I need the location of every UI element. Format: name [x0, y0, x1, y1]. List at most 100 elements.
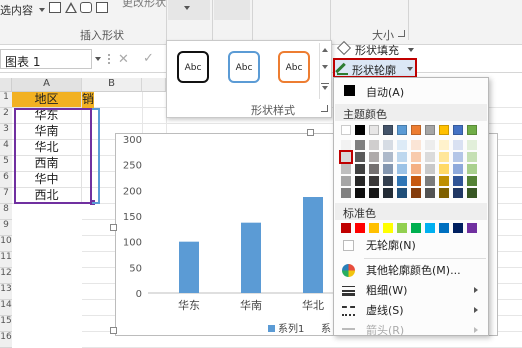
arrows-item[interactable]: 箭头(R): [336, 321, 486, 340]
column-header-c[interactable]: [142, 78, 166, 92]
theme-shade-swatch[interactable]: [467, 176, 477, 186]
rounded-rectangle-shape-icon[interactable]: [80, 2, 92, 13]
theme-shade-swatch[interactable]: [355, 176, 365, 186]
theme-shade-swatch[interactable]: [341, 176, 351, 186]
row-header[interactable]: 1: [0, 92, 12, 108]
standard-color-swatch[interactable]: [383, 223, 393, 233]
standard-color-swatch[interactable]: [439, 223, 449, 233]
row-header[interactable]: 6: [0, 172, 12, 188]
theme-shade-swatch[interactable]: [369, 164, 379, 174]
theme-shade-swatch[interactable]: [453, 164, 463, 174]
theme-color-swatch[interactable]: [341, 125, 351, 135]
theme-shade-swatch[interactable]: [439, 176, 449, 186]
cell-a1-header[interactable]: 地区: [12, 92, 82, 108]
row-header[interactable]: 10: [0, 236, 12, 252]
text-wrap-button[interactable]: 选内容: [0, 2, 33, 18]
no-outline-item[interactable]: 无轮廓(N): [336, 236, 486, 255]
shape-styles-dialog-launcher-icon[interactable]: [321, 105, 328, 112]
theme-color-swatch[interactable]: [383, 125, 393, 135]
standard-color-swatch[interactable]: [341, 223, 351, 233]
theme-shade-swatch[interactable]: [411, 188, 421, 198]
row-header[interactable]: 15: [0, 316, 12, 332]
more-colors-item[interactable]: 其他轮廓颜色(M)...: [336, 261, 486, 280]
row-header[interactable]: 5: [0, 156, 12, 172]
standard-color-swatch[interactable]: [425, 223, 435, 233]
row-header[interactable]: 11: [0, 252, 12, 268]
cancel-icon[interactable]: ✕: [118, 52, 129, 67]
theme-shade-swatch[interactable]: [467, 164, 477, 174]
theme-shade-swatch[interactable]: [453, 152, 463, 162]
standard-color-swatch[interactable]: [467, 223, 477, 233]
theme-shade-swatch[interactable]: [453, 176, 463, 186]
style-tile-black[interactable]: Abc: [177, 51, 209, 83]
theme-shade-swatch[interactable]: [397, 176, 407, 186]
standard-color-swatch[interactable]: [369, 223, 379, 233]
standard-color-swatch[interactable]: [411, 223, 421, 233]
standard-color-swatch[interactable]: [355, 223, 365, 233]
chart-resize-handle[interactable]: [110, 327, 117, 334]
theme-shade-swatch[interactable]: [397, 188, 407, 198]
scroll-up-icon[interactable]: [322, 48, 328, 52]
row-header[interactable]: 14: [0, 300, 12, 316]
theme-color-swatch[interactable]: [467, 125, 477, 135]
theme-color-swatch[interactable]: [411, 125, 421, 135]
square-shape-icon[interactable]: [96, 2, 108, 13]
style-tile-orange[interactable]: Abc: [278, 51, 310, 83]
row-header[interactable]: 4: [0, 140, 12, 156]
theme-shade-swatch[interactable]: [467, 188, 477, 198]
theme-shade-swatch[interactable]: [467, 152, 477, 162]
theme-shade-swatch[interactable]: [439, 140, 449, 150]
theme-shade-swatch[interactable]: [439, 164, 449, 174]
theme-shade-swatch[interactable]: [425, 176, 435, 186]
chart-resize-handle[interactable]: [110, 224, 117, 231]
theme-shade-swatch[interactable]: [425, 152, 435, 162]
row-header[interactable]: 7: [0, 188, 12, 204]
theme-color-swatch[interactable]: [453, 125, 463, 135]
edit-shape-button[interactable]: 更改形状: [122, 0, 166, 10]
row-header[interactable]: 8: [0, 204, 12, 220]
shape-gallery[interactable]: [49, 1, 115, 15]
row-header[interactable]: 9: [0, 220, 12, 236]
theme-shade-swatch[interactable]: [383, 176, 393, 186]
column-header-a[interactable]: A: [12, 78, 82, 92]
theme-shade-swatch[interactable]: [397, 140, 407, 150]
chart-resize-handle[interactable]: [307, 129, 314, 136]
theme-shade-swatch[interactable]: [411, 176, 421, 186]
theme-color-swatch[interactable]: [439, 125, 449, 135]
theme-shade-swatch[interactable]: [355, 188, 365, 198]
theme-shade-swatch[interactable]: [425, 188, 435, 198]
theme-shade-swatch[interactable]: [369, 176, 379, 186]
standard-color-swatch[interactable]: [397, 223, 407, 233]
theme-shade-swatch[interactable]: [453, 140, 463, 150]
row-header[interactable]: 2: [0, 108, 12, 124]
theme-color-swatch[interactable]: [425, 125, 435, 135]
style-tile-blue[interactable]: Abc: [228, 51, 260, 83]
theme-shade-swatch[interactable]: [467, 140, 477, 150]
dashes-item[interactable]: 虚线(S): [336, 301, 486, 320]
theme-shade-swatch[interactable]: [425, 164, 435, 174]
weight-item[interactable]: 粗细(W): [336, 281, 486, 300]
confirm-icon[interactable]: ✓: [143, 51, 154, 66]
theme-shade-swatch[interactable]: [439, 152, 449, 162]
theme-shade-swatch[interactable]: [411, 164, 421, 174]
theme-shade-swatch[interactable]: [439, 188, 449, 198]
theme-shade-swatch[interactable]: [411, 140, 421, 150]
theme-shade-swatch[interactable]: [453, 188, 463, 198]
row-header[interactable]: 3: [0, 124, 12, 140]
theme-shade-swatch[interactable]: [411, 152, 421, 162]
cell-b1-header[interactable]: 销: [82, 92, 94, 108]
theme-shade-swatch[interactable]: [383, 140, 393, 150]
standard-color-swatch[interactable]: [453, 223, 463, 233]
theme-shade-swatch[interactable]: [341, 188, 351, 198]
name-box[interactable]: 图表 1: [0, 49, 92, 69]
theme-shade-swatch[interactable]: [383, 152, 393, 162]
theme-shade-swatch[interactable]: [341, 164, 351, 174]
theme-shade-swatch[interactable]: [383, 164, 393, 174]
theme-color-swatch[interactable]: [369, 125, 379, 135]
column-header-b[interactable]: B: [82, 78, 142, 92]
theme-shade-swatch[interactable]: [355, 152, 365, 162]
theme-shade-swatch[interactable]: [369, 152, 379, 162]
theme-shade-swatch[interactable]: [369, 188, 379, 198]
theme-shade-swatch[interactable]: [397, 152, 407, 162]
row-header[interactable]: 16: [0, 332, 12, 348]
